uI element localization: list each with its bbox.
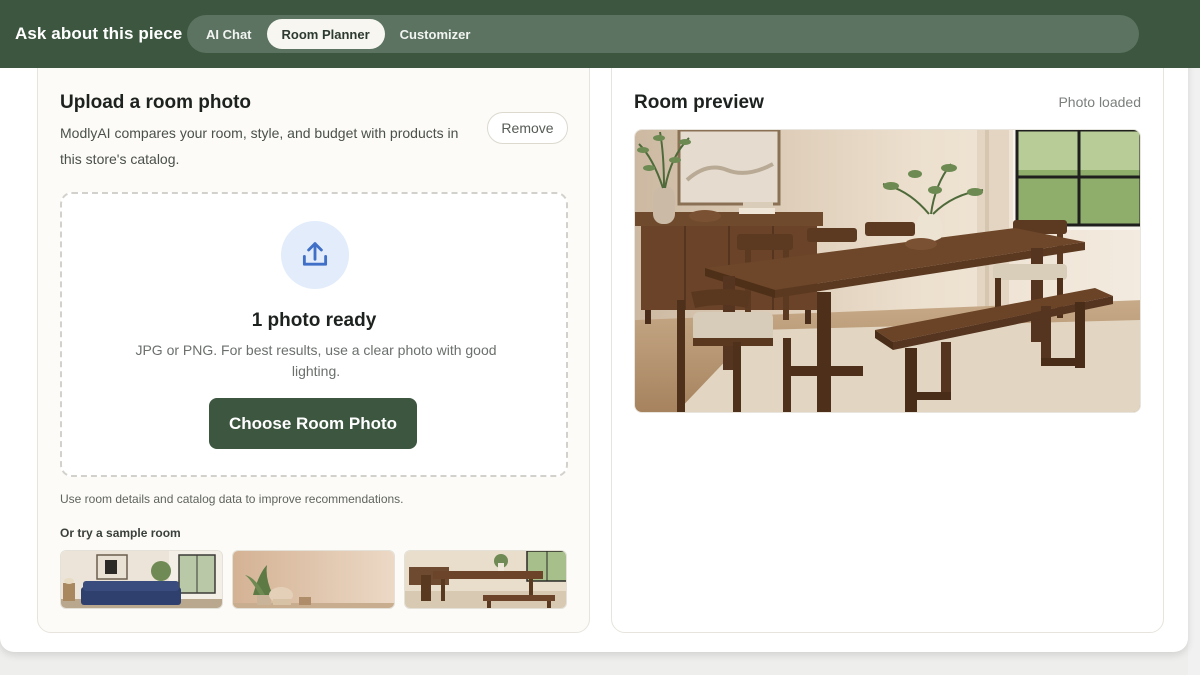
sample-room-dining[interactable] [404, 550, 567, 609]
tab-customizer[interactable]: Customizer [385, 19, 486, 49]
tab-room-planner[interactable]: Room Planner [266, 19, 385, 49]
choose-room-photo-button[interactable]: Choose Room Photo [209, 398, 417, 449]
upload-icon [302, 242, 328, 266]
sample-rooms-label: Or try a sample room [60, 526, 181, 540]
data-note: Use room details and catalog data to imp… [60, 492, 404, 506]
room-preview-image [634, 129, 1141, 413]
tab-bar: AI Chat Room Planner Customizer [187, 15, 1139, 53]
preview-card: Room preview Photo loaded [611, 48, 1164, 633]
content-sheet: Upload a room photo ModlyAI compares you… [0, 40, 1188, 652]
upload-icon-circle [281, 221, 349, 289]
preview-title: Room preview [634, 92, 764, 113]
sample-room-dining-image [405, 551, 566, 608]
tab-ai-chat[interactable]: AI Chat [191, 19, 267, 49]
sample-room-living[interactable] [60, 550, 223, 609]
sample-room-living-image [61, 551, 222, 608]
preview-status: Photo loaded [1058, 94, 1141, 110]
photo-status: 1 photo ready [251, 310, 377, 331]
remove-button[interactable]: Remove [487, 112, 568, 144]
upload-title: Upload a room photo [60, 92, 252, 113]
top-bar: Ask about this piece AI Chat Room Planne… [0, 0, 1200, 68]
sample-room-minimal-image [233, 551, 394, 608]
room-preview-photo [635, 130, 1140, 412]
sample-rooms [60, 550, 568, 609]
photo-dropzone[interactable]: 1 photo ready JPG or PNG. For best resul… [60, 192, 568, 477]
upload-description: ModlyAI compares your room, style, and b… [60, 125, 459, 167]
scrollbar-track[interactable] [1188, 68, 1200, 675]
format-hint: JPG or PNG. For best results, use a clea… [135, 342, 497, 379]
panel-title: Ask about this piece [15, 24, 183, 43]
sample-room-minimal[interactable] [232, 550, 395, 609]
upload-card: Upload a room photo ModlyAI compares you… [37, 48, 590, 633]
